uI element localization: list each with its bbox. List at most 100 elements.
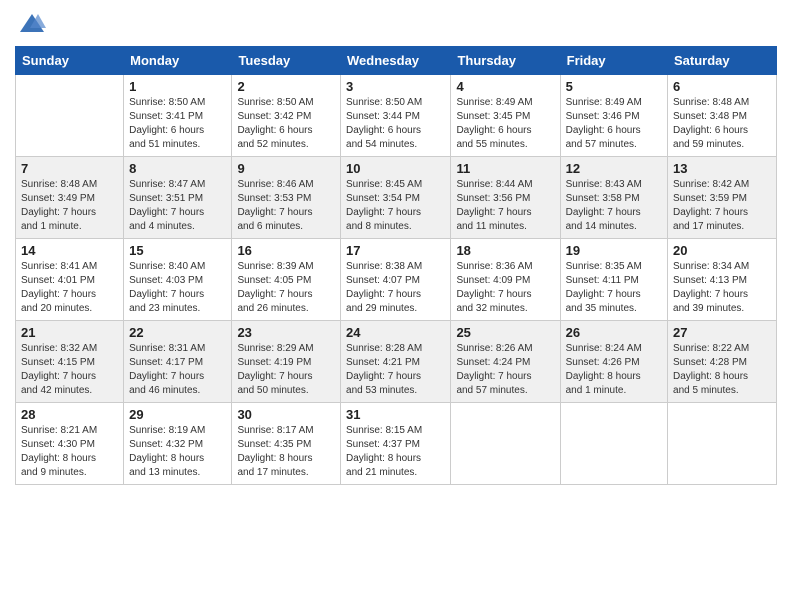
day-number: 18 bbox=[456, 243, 554, 258]
day-info: Sunrise: 8:44 AMSunset: 3:56 PMDaylight:… bbox=[456, 178, 554, 234]
day-info: Sunrise: 8:45 AMSunset: 3:54 PMDaylight:… bbox=[346, 178, 445, 234]
calendar-cell bbox=[451, 403, 560, 485]
day-number: 2 bbox=[237, 79, 335, 94]
day-info: Sunrise: 8:22 AMSunset: 4:28 PMDaylight:… bbox=[673, 342, 771, 398]
calendar-week-row: 28 Sunrise: 8:21 AMSunset: 4:30 PMDayligh… bbox=[16, 403, 777, 485]
day-number: 23 bbox=[237, 325, 335, 340]
column-header-wednesday: Wednesday bbox=[341, 47, 451, 75]
day-number: 8 bbox=[129, 161, 226, 176]
day-number: 7 bbox=[21, 161, 118, 176]
day-number: 31 bbox=[346, 407, 445, 422]
calendar-cell: 15 Sunrise: 8:40 AMSunset: 4:03 PMDayligh… bbox=[124, 239, 232, 321]
calendar-table: SundayMondayTuesdayWednesdayThursdayFrid… bbox=[15, 46, 777, 485]
calendar-week-row: 21Sunrise: 8:32 AMSunset: 4:15 PMDayligh… bbox=[16, 321, 777, 403]
calendar-cell: 26Sunrise: 8:24 AMSunset: 4:26 PMDayligh… bbox=[560, 321, 667, 403]
calendar-cell: 29Sunrise: 8:19 AMSunset: 4:32 PMDayligh… bbox=[124, 403, 232, 485]
day-number: 28 bbox=[21, 407, 118, 422]
calendar-cell: 13 Sunrise: 8:42 AMSunset: 3:59 PMDayligh… bbox=[668, 157, 777, 239]
day-number: 1 bbox=[129, 79, 226, 94]
day-number: 16 bbox=[237, 243, 335, 258]
day-info: Sunrise: 8:40 AMSunset: 4:03 PMDaylight:… bbox=[129, 260, 226, 316]
day-info: Sunrise: 8:47 AMSunset: 3:51 PMDaylight:… bbox=[129, 178, 226, 234]
day-number: 11 bbox=[456, 161, 554, 176]
column-header-monday: Monday bbox=[124, 47, 232, 75]
calendar-week-row: 14 Sunrise: 8:41 AMSunset: 4:01 PMDayligh… bbox=[16, 239, 777, 321]
day-number: 20 bbox=[673, 243, 771, 258]
column-header-tuesday: Tuesday bbox=[232, 47, 341, 75]
calendar-cell: 31 Sunrise: 8:15 AMSunset: 4:37 PMDayligh… bbox=[341, 403, 451, 485]
calendar-header-row: SundayMondayTuesdayWednesdayThursdayFrid… bbox=[16, 47, 777, 75]
calendar-cell: 24 Sunrise: 8:28 AMSunset: 4:21 PMDayligh… bbox=[341, 321, 451, 403]
page-header bbox=[15, 10, 777, 38]
day-info: Sunrise: 8:48 AMSunset: 3:49 PMDaylight:… bbox=[21, 178, 118, 234]
day-info: Sunrise: 8:34 AMSunset: 4:13 PMDaylight:… bbox=[673, 260, 771, 316]
column-header-sunday: Sunday bbox=[16, 47, 124, 75]
day-info: Sunrise: 8:42 AMSunset: 3:59 PMDaylight:… bbox=[673, 178, 771, 234]
calendar-cell: 2 Sunrise: 8:50 AMSunset: 3:42 PMDaylight… bbox=[232, 75, 341, 157]
calendar-cell: 11 Sunrise: 8:44 AMSunset: 3:56 PMDayligh… bbox=[451, 157, 560, 239]
day-info: Sunrise: 8:43 AMSunset: 3:58 PMDaylight:… bbox=[566, 178, 662, 234]
calendar-cell: 20 Sunrise: 8:34 AMSunset: 4:13 PMDayligh… bbox=[668, 239, 777, 321]
day-number: 26 bbox=[566, 325, 662, 340]
day-number: 22 bbox=[129, 325, 226, 340]
day-info: Sunrise: 8:50 AMSunset: 3:44 PMDaylight:… bbox=[346, 96, 445, 152]
day-info: Sunrise: 8:15 AMSunset: 4:37 PMDaylight:… bbox=[346, 424, 445, 480]
calendar-cell: 30Sunrise: 8:17 AMSunset: 4:35 PMDayligh… bbox=[232, 403, 341, 485]
day-info: Sunrise: 8:49 AMSunset: 3:46 PMDaylight:… bbox=[566, 96, 662, 152]
day-info: Sunrise: 8:41 AMSunset: 4:01 PMDaylight:… bbox=[21, 260, 118, 316]
calendar-cell: 25Sunrise: 8:26 AMSunset: 4:24 PMDayligh… bbox=[451, 321, 560, 403]
day-number: 15 bbox=[129, 243, 226, 258]
day-number: 4 bbox=[456, 79, 554, 94]
day-number: 13 bbox=[673, 161, 771, 176]
calendar-cell: 6 Sunrise: 8:48 AMSunset: 3:48 PMDaylight… bbox=[668, 75, 777, 157]
day-info: Sunrise: 8:36 AMSunset: 4:09 PMDaylight:… bbox=[456, 260, 554, 316]
calendar-cell bbox=[16, 75, 124, 157]
calendar-cell: 4Sunrise: 8:49 AMSunset: 3:45 PMDaylight… bbox=[451, 75, 560, 157]
day-number: 5 bbox=[566, 79, 662, 94]
calendar-cell: 12 Sunrise: 8:43 AMSunset: 3:58 PMDayligh… bbox=[560, 157, 667, 239]
day-info: Sunrise: 8:19 AMSunset: 4:32 PMDaylight:… bbox=[129, 424, 226, 480]
calendar-cell: 18 Sunrise: 8:36 AMSunset: 4:09 PMDayligh… bbox=[451, 239, 560, 321]
day-info: Sunrise: 8:32 AMSunset: 4:15 PMDaylight:… bbox=[21, 342, 118, 398]
calendar-cell: 27 Sunrise: 8:22 AMSunset: 4:28 PMDayligh… bbox=[668, 321, 777, 403]
day-info: Sunrise: 8:46 AMSunset: 3:53 PMDaylight:… bbox=[237, 178, 335, 234]
calendar-cell: 1 Sunrise: 8:50 AMSunset: 3:41 PMDaylight… bbox=[124, 75, 232, 157]
day-number: 25 bbox=[456, 325, 554, 340]
day-number: 27 bbox=[673, 325, 771, 340]
calendar-cell: 22 Sunrise: 8:31 AMSunset: 4:17 PMDayligh… bbox=[124, 321, 232, 403]
calendar-week-row: 7 Sunrise: 8:48 AMSunset: 3:49 PMDaylight… bbox=[16, 157, 777, 239]
day-info: Sunrise: 8:50 AMSunset: 3:41 PMDaylight:… bbox=[129, 96, 226, 152]
day-number: 24 bbox=[346, 325, 445, 340]
calendar-week-row: 1 Sunrise: 8:50 AMSunset: 3:41 PMDaylight… bbox=[16, 75, 777, 157]
calendar-cell: 16 Sunrise: 8:39 AMSunset: 4:05 PMDayligh… bbox=[232, 239, 341, 321]
calendar-cell: 8 Sunrise: 8:47 AMSunset: 3:51 PMDaylight… bbox=[124, 157, 232, 239]
day-info: Sunrise: 8:21 AMSunset: 4:30 PMDaylight:… bbox=[21, 424, 118, 480]
logo-icon bbox=[18, 10, 46, 38]
day-number: 17 bbox=[346, 243, 445, 258]
day-info: Sunrise: 8:50 AMSunset: 3:42 PMDaylight:… bbox=[237, 96, 335, 152]
day-number: 6 bbox=[673, 79, 771, 94]
day-info: Sunrise: 8:28 AMSunset: 4:21 PMDaylight:… bbox=[346, 342, 445, 398]
calendar-cell: 23Sunrise: 8:29 AMSunset: 4:19 PMDayligh… bbox=[232, 321, 341, 403]
calendar-cell bbox=[560, 403, 667, 485]
calendar-cell: 9 Sunrise: 8:46 AMSunset: 3:53 PMDaylight… bbox=[232, 157, 341, 239]
column-header-friday: Friday bbox=[560, 47, 667, 75]
day-number: 14 bbox=[21, 243, 118, 258]
day-info: Sunrise: 8:31 AMSunset: 4:17 PMDaylight:… bbox=[129, 342, 226, 398]
day-number: 3 bbox=[346, 79, 445, 94]
day-info: Sunrise: 8:48 AMSunset: 3:48 PMDaylight:… bbox=[673, 96, 771, 152]
calendar-cell: 28 Sunrise: 8:21 AMSunset: 4:30 PMDayligh… bbox=[16, 403, 124, 485]
day-number: 10 bbox=[346, 161, 445, 176]
day-info: Sunrise: 8:38 AMSunset: 4:07 PMDaylight:… bbox=[346, 260, 445, 316]
day-number: 12 bbox=[566, 161, 662, 176]
calendar-cell: 5 Sunrise: 8:49 AMSunset: 3:46 PMDaylight… bbox=[560, 75, 667, 157]
calendar-cell: 17 Sunrise: 8:38 AMSunset: 4:07 PMDayligh… bbox=[341, 239, 451, 321]
calendar-cell: 10 Sunrise: 8:45 AMSunset: 3:54 PMDayligh… bbox=[341, 157, 451, 239]
column-header-thursday: Thursday bbox=[451, 47, 560, 75]
day-info: Sunrise: 8:39 AMSunset: 4:05 PMDaylight:… bbox=[237, 260, 335, 316]
day-number: 19 bbox=[566, 243, 662, 258]
day-number: 9 bbox=[237, 161, 335, 176]
calendar-cell: 3 Sunrise: 8:50 AMSunset: 3:44 PMDaylight… bbox=[341, 75, 451, 157]
calendar-cell: 7 Sunrise: 8:48 AMSunset: 3:49 PMDaylight… bbox=[16, 157, 124, 239]
day-info: Sunrise: 8:35 AMSunset: 4:11 PMDaylight:… bbox=[566, 260, 662, 316]
